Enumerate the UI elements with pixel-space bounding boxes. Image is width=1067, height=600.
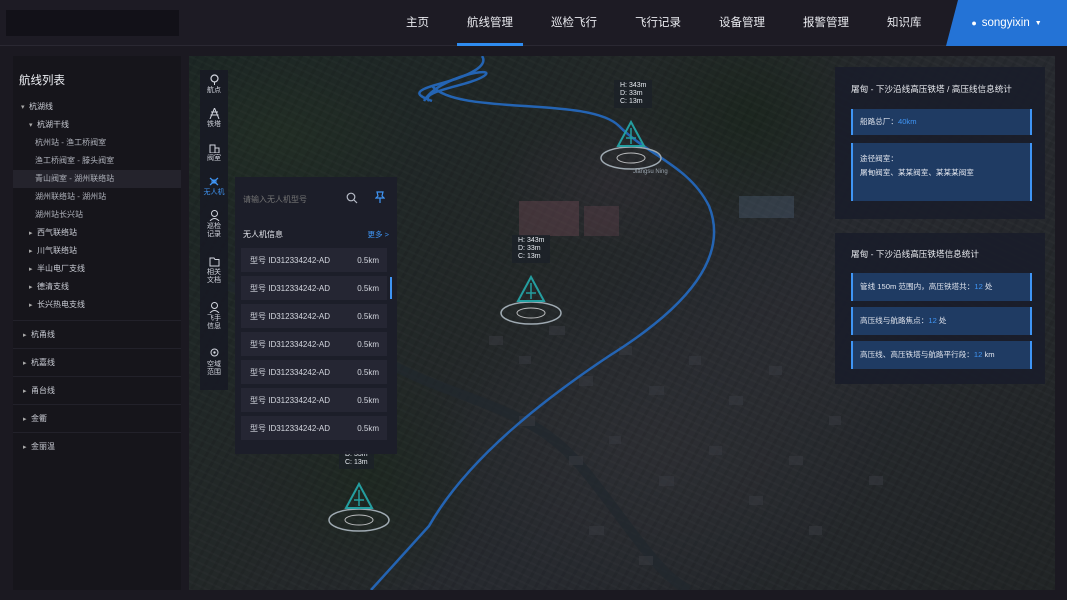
nav-flight-records[interactable]: 飞行记录	[625, 0, 691, 46]
stats-card-title: 屠甸 - 下沙沿线高压铁塔信息统计	[851, 249, 979, 259]
tool-patrol-record[interactable]: 巡检记录	[200, 206, 228, 252]
drone-row[interactable]: 型号 ID312334242-AD 0.5km	[241, 388, 387, 412]
drone-row[interactable]: 型号 ID312334242-AD 0.5km	[241, 248, 387, 272]
caret-down-icon: ▾	[29, 122, 33, 129]
document-icon	[209, 257, 219, 267]
caret-right-icon: ▸	[23, 332, 27, 339]
pilot-icon	[209, 302, 219, 313]
drone-row[interactable]: 型号 ID312334242-AD 0.5km	[241, 304, 387, 328]
stats-row: 高压线与航路焦点：12 处	[851, 307, 1032, 335]
drone-search-input[interactable]	[243, 189, 361, 209]
tree-group[interactable]: ▸ 杭甬线	[13, 320, 181, 348]
caret-right-icon: ▸	[29, 302, 33, 309]
main-nav: 主页 航线管理 巡检飞行 飞行记录 设备管理 报警管理 知识库	[396, 0, 950, 46]
stats-row: 管线 150m 范围内，高压铁塔共：12 处	[851, 273, 1032, 301]
tree-leaf[interactable]: 杭州站 - 渔工桥阀室	[13, 134, 181, 152]
drone-row[interactable]: 型号 ID312334242-AD 0.5km	[241, 276, 387, 300]
caret-right-icon: ▸	[23, 360, 27, 367]
route-list-sidebar: 航线列表 ▾ 杭湖线 ▾ 杭湖干线 杭州站 - 渔工桥阀室 渔工桥阀室 - 滕头阀室…	[13, 56, 181, 590]
map-tool-strip: 航点 铁塔 阀室 无人机 巡检记录 相关文档 飞手信息 空域范围	[200, 70, 228, 390]
nav-route-management[interactable]: 航线管理	[457, 0, 523, 46]
tower-icon	[209, 108, 219, 119]
tree-node-sub[interactable]: ▾ 杭湖干线	[13, 116, 181, 134]
stats-line-total: 船路总厂：40km	[851, 109, 1032, 135]
top-bar: 主页 航线管理 巡检飞行 飞行记录 设备管理 报警管理 知识库 ● songyi…	[0, 0, 1067, 46]
tree-group[interactable]: ▸ 金丽温	[13, 432, 181, 460]
tree-node[interactable]: ▸ 长兴热电支线	[13, 296, 181, 314]
caret-right-icon: ▸	[23, 416, 27, 423]
marker-info: H: 343m D: 33m C: 13m	[614, 80, 653, 108]
tool-valve-room[interactable]: 阀室	[200, 138, 228, 172]
user-icon: ●	[971, 18, 977, 28]
drone-list: 型号 ID312334242-AD 0.5km 型号 ID312334242-AD…	[241, 248, 387, 444]
stats-row: 高压线、高压铁塔与航路平行段：12 km	[851, 341, 1032, 369]
user-menu[interactable]: ● songyixin ▼	[946, 0, 1067, 46]
tool-drone[interactable]: 无人机	[200, 172, 228, 206]
caret-down-icon: ▾	[21, 104, 25, 111]
drone-list-scrollbar[interactable]	[390, 277, 392, 299]
stats-card-title: 屠甸 - 下沙沿线高压铁塔 / 高压线信息统计	[851, 84, 1012, 94]
route-tree: ▾ 杭湖线 ▾ 杭湖干线 杭州站 - 渔工桥阀室 渔工桥阀室 - 滕头阀室 青山阀室…	[13, 98, 181, 460]
tool-tower[interactable]: 铁塔	[200, 104, 228, 138]
valve-room-icon	[209, 144, 219, 153]
tool-documents[interactable]: 相关文档	[200, 252, 228, 298]
tree-group[interactable]: ▸ 金衢	[13, 404, 181, 432]
nav-patrol-flight[interactable]: 巡检飞行	[541, 0, 607, 46]
caret-right-icon: ▸	[29, 248, 33, 255]
tree-leaf[interactable]: 湖州联络站 - 湖州站	[13, 188, 181, 206]
drone-icon	[209, 177, 219, 186]
drone-panel: 无人机信息 更多 > 型号 ID312334242-AD0.5km 型号 ID3…	[235, 177, 397, 454]
nav-home[interactable]: 主页	[396, 0, 439, 46]
tree-node-root[interactable]: ▾ 杭湖线	[13, 98, 181, 116]
marker-info: H: 343m D: 33m C: 13m	[512, 235, 551, 263]
caret-right-icon: ▸	[29, 230, 33, 237]
tree-leaf-selected[interactable]: 青山阀室 - 湖州联络站	[13, 170, 181, 188]
stats-valve-rooms: 途径阀室： 屠甸阀室、某某阀室、某某某阀室	[851, 143, 1032, 201]
tool-waypoint[interactable]: 航点	[200, 70, 228, 104]
tool-airspace[interactable]: 空域范围	[200, 344, 228, 390]
stats-card-towers: 屠甸 - 下沙沿线高压铁塔信息统计 管线 150m 范围内，高压铁塔共：12 处…	[835, 233, 1045, 384]
nav-device-management[interactable]: 设备管理	[709, 0, 775, 46]
caret-right-icon: ▸	[29, 284, 33, 291]
nav-alarm-management[interactable]: 报警管理	[793, 0, 859, 46]
tree-node[interactable]: ▸ 西气联络站	[13, 224, 181, 242]
nav-knowledge-base[interactable]: 知识库	[877, 0, 932, 46]
tree-leaf[interactable]: 渔工桥阀室 - 滕头阀室	[13, 152, 181, 170]
sidebar-title: 航线列表	[19, 75, 65, 87]
tree-group[interactable]: ▸ 甬台线	[13, 376, 181, 404]
drone-info-header: 无人机信息 更多 >	[243, 229, 389, 240]
caret-right-icon: ▸	[23, 444, 27, 451]
stats-card-lines: 屠甸 - 下沙沿线高压铁塔 / 高压线信息统计 船路总厂：40km 途径阀室： …	[835, 67, 1045, 219]
drone-row[interactable]: 型号 ID312334242-AD 0.5km	[241, 332, 387, 356]
more-link[interactable]: 更多 >	[368, 229, 389, 240]
drone-row[interactable]: 型号 ID312334242-AD 0.5km	[241, 416, 387, 440]
username: songyixin	[981, 17, 1030, 29]
search-icon[interactable]	[346, 192, 358, 204]
tree-node[interactable]: ▸ 德清支线	[13, 278, 181, 296]
tree-group[interactable]: ▸ 杭嘉线	[13, 348, 181, 376]
airspace-icon	[210, 348, 218, 357]
pin-icon[interactable]	[375, 191, 385, 204]
caret-right-icon: ▸	[29, 266, 33, 273]
patrol-record-icon	[209, 210, 219, 221]
tree-node[interactable]: ▸ 川气联络站	[13, 242, 181, 260]
tree-leaf[interactable]: 湖州站长兴站	[13, 206, 181, 224]
caret-right-icon: ▸	[23, 388, 27, 395]
waypoint-icon	[209, 74, 219, 85]
chevron-down-icon: ▼	[1034, 19, 1042, 27]
drone-row[interactable]: 型号 ID312334242-AD 0.5km	[241, 360, 387, 384]
marker-caption: Jiangsu Ning	[633, 169, 668, 175]
logo	[6, 10, 179, 36]
tool-pilot-info[interactable]: 飞手信息	[200, 298, 228, 344]
tree-node[interactable]: ▸ 半山电厂支线	[13, 260, 181, 278]
